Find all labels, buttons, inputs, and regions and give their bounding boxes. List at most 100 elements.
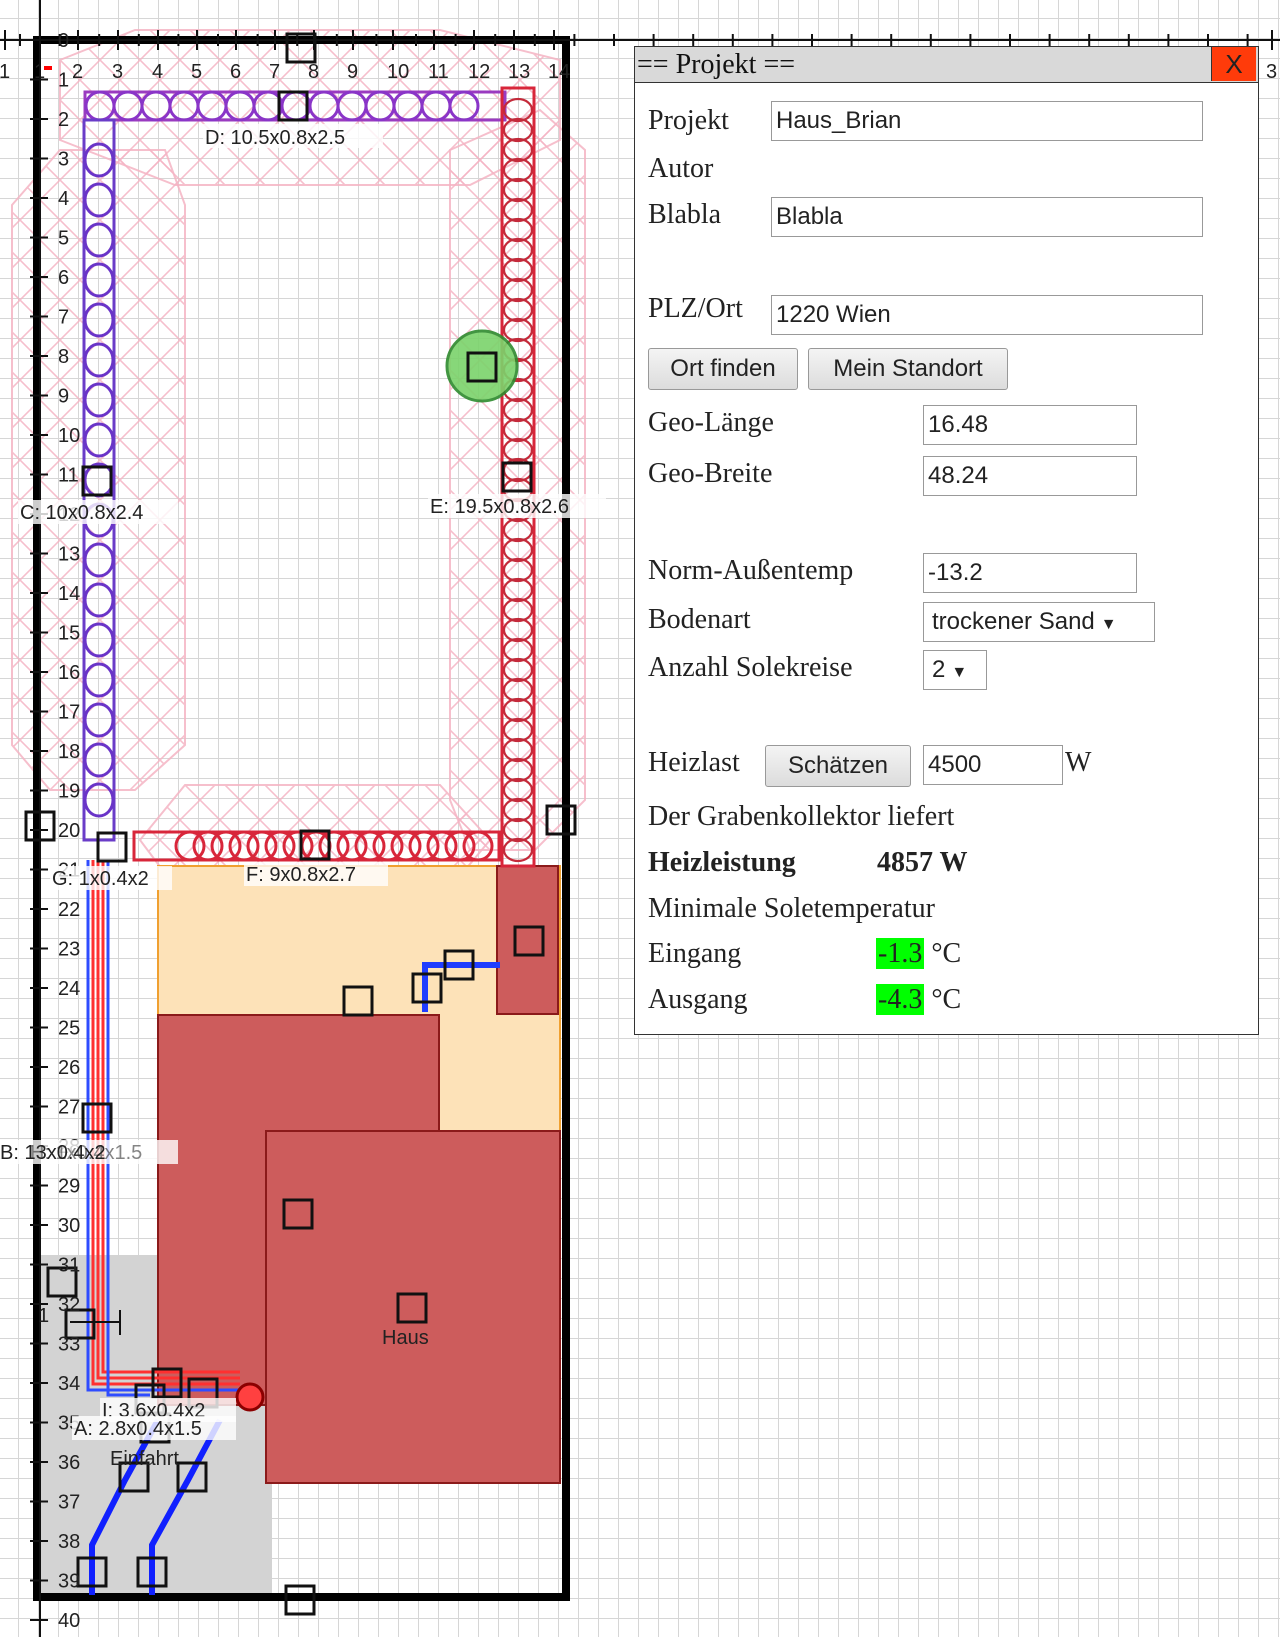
ruler-x-label: 5 — [191, 61, 202, 83]
plz-label: PLZ/Ort — [648, 293, 743, 324]
manifold-circle[interactable] — [445, 329, 519, 403]
ruler-y-label: 25 — [58, 1018, 80, 1040]
label-one: 1 — [38, 1305, 49, 1327]
ruler-y-label: 34 — [58, 1373, 80, 1395]
ruler-x-label: 11 — [428, 61, 449, 83]
ruler-y-label: 40 — [58, 1610, 80, 1632]
handle-square[interactable] — [96, 831, 128, 863]
ruler-x-label: 8 — [308, 61, 319, 83]
ruler-x-label: 14 — [548, 61, 570, 83]
heizlast-label: Heizlast — [648, 747, 740, 778]
geo-breite-input[interactable]: 48.24 — [923, 456, 1137, 496]
norm-label: Norm-Außentemp — [648, 555, 854, 586]
boden-value: trockener Sand — [932, 608, 1095, 635]
house-block-upper-right[interactable] — [496, 865, 559, 1015]
label-einfahrt: Einfahrt — [110, 1448, 179, 1470]
ruler-y-label: 13 — [58, 544, 80, 566]
ruler-y-label: 29 — [58, 1176, 80, 1198]
schaetzen-button[interactable]: Schätzen — [765, 745, 911, 787]
boden-label: Bodenart — [648, 604, 751, 635]
dropdown-arrow-icon: ▼ — [951, 664, 968, 681]
ruler-y-label: 24 — [58, 978, 80, 1000]
ruler-x-label: 6 — [230, 61, 241, 83]
plz-input[interactable]: 1220 Wien — [771, 295, 1203, 335]
ort-finden-button[interactable]: Ort finden — [648, 348, 798, 390]
ruler-y-label: 33 — [58, 1334, 80, 1356]
ruler-y-label: 39 — [58, 1571, 80, 1593]
geo-breite-label: Geo-Breite — [648, 458, 773, 489]
blabla-label: Blabla — [648, 199, 722, 230]
ruler-y-label: 19 — [58, 781, 80, 803]
ruler-y-label: 23 — [58, 939, 80, 961]
ruler-y-label: 30 — [58, 1215, 80, 1237]
label-a: A: 2.8x0.4x1.5 — [74, 1418, 202, 1440]
blabla-input[interactable]: Blabla — [771, 197, 1203, 237]
ruler-y-label: 16 — [58, 662, 80, 684]
heizlast-input[interactable]: 4500 — [923, 745, 1063, 785]
ausgang-label: Ausgang — [648, 984, 748, 1015]
ruler-x-label: 9 — [347, 61, 358, 83]
label-haus: Haus — [382, 1327, 429, 1349]
ruler-y-label: 5 — [58, 228, 69, 250]
ruler-y-label: 38 — [58, 1531, 80, 1553]
ausgang-readout: -4.3 °C — [876, 984, 961, 1016]
ruler-y-label: 27 — [58, 1097, 80, 1119]
ruler-y-label: 26 — [58, 1057, 80, 1079]
ruler-y-label: 36 — [58, 1452, 80, 1474]
ruler-x-label: 13 — [508, 61, 530, 83]
eingang-value: -1.3 — [876, 938, 925, 969]
label-g: G: 1x0.4x2 — [52, 868, 149, 890]
ruler-y-label: 37 — [58, 1492, 80, 1514]
ruler-y-label: 1 — [58, 70, 69, 92]
heizleistung-value: 4857 W — [877, 847, 968, 878]
ruler-y-label: 3 — [58, 149, 69, 171]
heizlast-unit: W — [1065, 747, 1092, 778]
eingang-label: Eingang — [648, 938, 742, 969]
ruler-x-label: 4 — [152, 61, 163, 83]
geo-laenge-input[interactable]: 16.48 — [923, 405, 1137, 445]
boden-select[interactable]: trockener Sand ▼ — [923, 602, 1155, 642]
ruler-y-label: 8 — [58, 346, 69, 368]
house-block-main[interactable] — [265, 1130, 561, 1484]
liefert-text: Der Grabenkollektor liefert — [648, 801, 955, 832]
ruler-y-label: 18 — [58, 741, 80, 763]
label-d: D: 10.5x0.8x2.5 — [205, 127, 345, 149]
origin-marker — [44, 66, 52, 70]
norm-input[interactable]: -13.2 — [923, 553, 1137, 593]
ruler-x-label: 3 — [1266, 61, 1277, 83]
close-button[interactable]: X — [1211, 47, 1256, 81]
ruler-y-label: 10 — [58, 425, 80, 447]
label-h: H: 1x0.4x1.5 — [30, 1142, 142, 1164]
panel-titlebar[interactable]: == Projekt == X — [635, 47, 1258, 83]
dropdown-arrow-icon: ▼ — [1100, 616, 1117, 633]
geo-laenge-label: Geo-Länge — [648, 407, 774, 438]
ruler-y-label: 20 — [58, 820, 80, 842]
ruler-y-label: 22 — [58, 899, 80, 921]
connection-point[interactable] — [235, 1382, 265, 1412]
ruler-x-label: 1 — [0, 61, 10, 83]
ruler-y-label: 15 — [58, 623, 80, 645]
label-c: C: 10x0.8x2.4 — [20, 502, 143, 524]
eingang-unit: °C — [931, 938, 962, 969]
heizleistung-label: Heizleistung — [648, 847, 796, 878]
mein-standort-button[interactable]: Mein Standort — [808, 348, 1008, 390]
ruler-y-label: 4 — [58, 188, 69, 210]
ruler-y-label: 7 — [58, 307, 69, 329]
ruler-x-label: 7 — [269, 61, 280, 83]
ruler-y-label: 9 — [58, 386, 69, 408]
ruler-y-label: 32 — [58, 1294, 80, 1316]
eingang-readout: -1.3 °C — [876, 938, 961, 970]
label-e: E: 19.5x0.8x2.6 — [430, 496, 569, 518]
panel-title: == Projekt == — [637, 49, 796, 80]
anzahl-label: Anzahl Solekreise — [648, 652, 853, 683]
ruler-x-label: 3 — [112, 61, 123, 83]
ruler-x-label: 2 — [72, 61, 83, 83]
project-panel: == Projekt == X Projekt Haus_Brian Autor… — [634, 46, 1259, 1035]
ruler-y-label: 0 — [58, 30, 69, 52]
ruler-y-label: 11 — [58, 465, 79, 487]
ruler-y-label: 14 — [58, 583, 80, 605]
projekt-input[interactable]: Haus_Brian — [771, 101, 1203, 141]
anzahl-select[interactable]: 2 ▼ — [923, 650, 987, 690]
ruler-x-label: 12 — [468, 61, 490, 83]
projekt-label: Projekt — [648, 105, 729, 136]
